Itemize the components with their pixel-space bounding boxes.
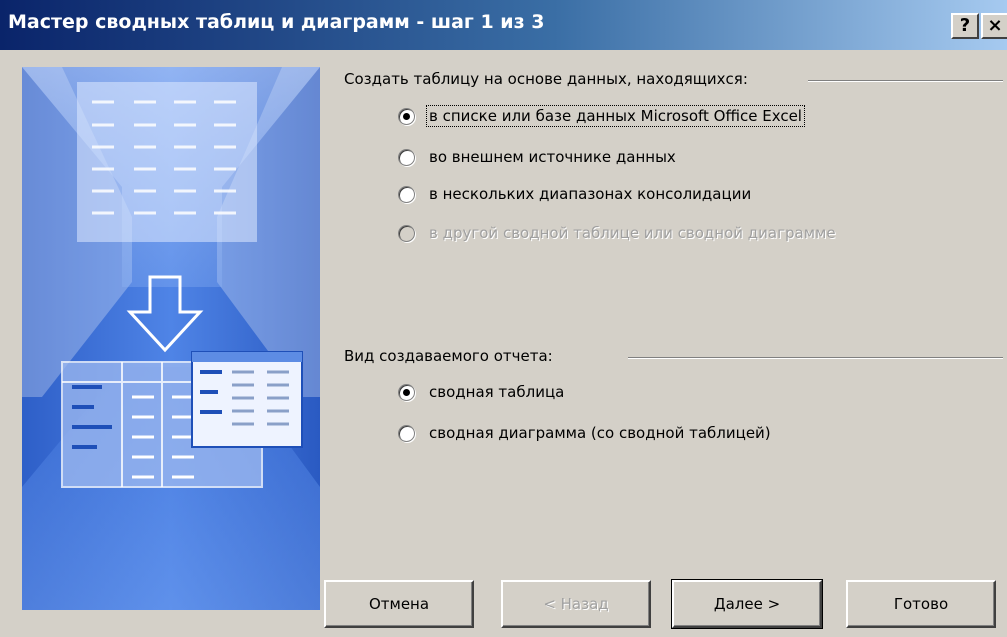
source-group-divider bbox=[808, 80, 1003, 82]
back-button[interactable]: < Назад bbox=[501, 580, 651, 628]
cancel-button[interactable]: Отмена bbox=[324, 580, 474, 628]
finish-button-label: Готово bbox=[893, 595, 949, 613]
radio-label: в нескольких диапазонах консолидации bbox=[429, 185, 752, 203]
title-bar: Мастер сводных таблиц и диаграмм - шаг 1… bbox=[0, 0, 1007, 50]
radio-label: сводная таблица bbox=[429, 383, 565, 401]
close-button[interactable]: × bbox=[981, 13, 1007, 39]
back-button-label: < Назад bbox=[543, 595, 609, 613]
radio-source-external[interactable]: во внешнем источнике данных bbox=[398, 145, 678, 169]
radio-report-pivot-table[interactable]: сводная таблица bbox=[398, 380, 566, 404]
wizard-illustration bbox=[22, 67, 320, 610]
radio-label: во внешнем источнике данных bbox=[429, 148, 676, 166]
cancel-button-label: Отмена bbox=[368, 595, 430, 613]
radio-label: в списке или базе данных Microsoft Offic… bbox=[426, 105, 805, 127]
radio-source-other-pivot: в другой сводной таблице или сводной диа… bbox=[398, 221, 838, 245]
radio-label: в другой сводной таблице или сводной диа… bbox=[429, 224, 836, 242]
radio-source-consolidation[interactable]: в нескольких диапазонах консолидации bbox=[398, 182, 753, 206]
wizard-illustration-art bbox=[22, 67, 320, 610]
help-button[interactable]: ? bbox=[951, 13, 979, 39]
finish-button[interactable]: Готово bbox=[846, 580, 996, 628]
next-button-label: Далее > bbox=[713, 595, 781, 613]
help-icon: ? bbox=[959, 15, 971, 36]
radio-report-pivot-chart[interactable]: сводная диаграмма (со сводной таблицей) bbox=[398, 421, 773, 445]
radio-button-disabled bbox=[398, 224, 415, 242]
report-group-label: Вид создаваемого отчета: bbox=[344, 347, 559, 365]
report-group-divider bbox=[628, 357, 1003, 359]
next-button[interactable]: Далее > bbox=[671, 579, 823, 629]
pivot-wizard-dialog: Мастер сводных таблиц и диаграмм - шаг 1… bbox=[0, 0, 1007, 637]
window-title: Мастер сводных таблиц и диаграмм - шаг 1… bbox=[8, 11, 545, 33]
radio-button[interactable] bbox=[398, 424, 415, 442]
radio-label: сводная диаграмма (со сводной таблицей) bbox=[429, 424, 771, 442]
source-group-label: Создать таблицу на основе данных, находя… bbox=[344, 70, 754, 88]
radio-button[interactable] bbox=[398, 148, 415, 166]
radio-button-checked[interactable] bbox=[398, 383, 415, 401]
radio-button[interactable] bbox=[398, 185, 415, 203]
radio-source-excel-list[interactable]: в списке или базе данных Microsoft Offic… bbox=[398, 104, 805, 128]
radio-button-checked[interactable] bbox=[398, 107, 415, 125]
close-icon: × bbox=[987, 15, 1003, 36]
